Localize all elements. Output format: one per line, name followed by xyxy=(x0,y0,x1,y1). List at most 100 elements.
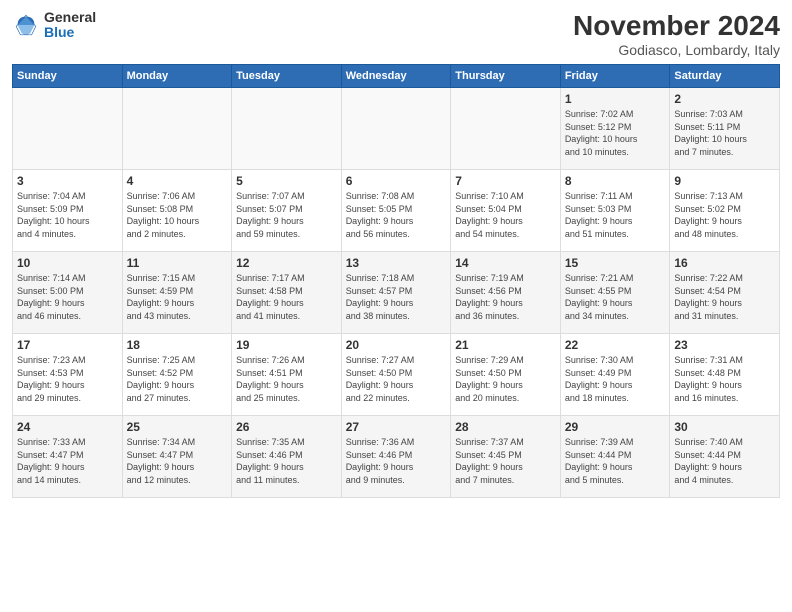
calendar-cell: 9Sunrise: 7:13 AM Sunset: 5:02 PM Daylig… xyxy=(670,170,780,252)
calendar-cell xyxy=(13,88,123,170)
day-number: 7 xyxy=(455,174,556,188)
header-row: General Blue November 2024 Godiasco, Lom… xyxy=(12,10,780,58)
day-number: 30 xyxy=(674,420,775,434)
logo-icon xyxy=(12,11,40,39)
day-number: 4 xyxy=(127,174,228,188)
day-number: 12 xyxy=(236,256,337,270)
day-info: Sunrise: 7:30 AM Sunset: 4:49 PM Dayligh… xyxy=(565,354,666,404)
calendar-cell: 14 Sunrise: 7:19 AM Sunset: 4:56 PM Dayli… xyxy=(451,252,561,334)
day-info: Sunrise: 7:34 AM Sunset: 4:47 PM Dayligh… xyxy=(127,436,228,486)
day-number: 20 xyxy=(346,338,447,352)
day-number: 14 xyxy=(455,256,556,270)
calendar-cell: 19 Sunrise: 7:26 AM Sunset: 4:51 PM Dayli… xyxy=(232,334,342,416)
day-number: 27 xyxy=(346,420,447,434)
calendar-cell: 8 Sunrise: 7:11 AM Sunset: 5:03 PM Daylig… xyxy=(560,170,670,252)
day-info: Sunrise: 7:40 AM Sunset: 4:44 PM Dayligh… xyxy=(674,436,775,486)
day-info: Sunrise: 7:19 AM Sunset: 4:56 PM Dayligh… xyxy=(455,272,556,322)
title-block: November 2024 Godiasco, Lombardy, Italy xyxy=(573,10,780,58)
calendar-subtitle: Godiasco, Lombardy, Italy xyxy=(573,42,780,58)
day-number: 23 xyxy=(674,338,775,352)
day-info: Sunrise: 7:07 AM Sunset: 5:07 PM Dayligh… xyxy=(236,190,337,240)
day-number: 13 xyxy=(346,256,447,270)
day-number: 17 xyxy=(17,338,118,352)
calendar-cell: 26Sunrise: 7:35 AM Sunset: 4:46 PM Dayli… xyxy=(232,416,342,498)
calendar-cell: 15Sunrise: 7:21 AM Sunset: 4:55 PM Dayli… xyxy=(560,252,670,334)
day-info: Sunrise: 7:36 AM Sunset: 4:46 PM Dayligh… xyxy=(346,436,447,486)
calendar-cell: 10Sunrise: 7:14 AM Sunset: 5:00 PM Dayli… xyxy=(13,252,123,334)
day-number: 6 xyxy=(346,174,447,188)
logo-general: General xyxy=(44,10,96,25)
calendar-cell: 25 Sunrise: 7:34 AM Sunset: 4:47 PM Dayli… xyxy=(122,416,232,498)
calendar-cell: 13 Sunrise: 7:18 AM Sunset: 4:57 PM Dayli… xyxy=(341,252,451,334)
day-info: Sunrise: 7:11 AM Sunset: 5:03 PM Dayligh… xyxy=(565,190,666,240)
day-number: 11 xyxy=(127,256,228,270)
day-info: Sunrise: 7:27 AM Sunset: 4:50 PM Dayligh… xyxy=(346,354,447,404)
day-number: 18 xyxy=(127,338,228,352)
day-number: 16 xyxy=(674,256,775,270)
day-number: 3 xyxy=(17,174,118,188)
day-info: Sunrise: 7:35 AM Sunset: 4:46 PM Dayligh… xyxy=(236,436,337,486)
calendar-title: November 2024 xyxy=(573,10,780,42)
calendar-cell: 24 Sunrise: 7:33 AM Sunset: 4:47 PM Dayli… xyxy=(13,416,123,498)
day-info: Sunrise: 7:04 AM Sunset: 5:09 PM Dayligh… xyxy=(17,190,118,240)
calendar-week-1: 1 Sunrise: 7:02 AM Sunset: 5:12 PM Daylig… xyxy=(13,88,780,170)
th-monday: Monday xyxy=(122,65,232,88)
calendar-cell: 4 Sunrise: 7:06 AM Sunset: 5:08 PM Daylig… xyxy=(122,170,232,252)
day-number: 5 xyxy=(236,174,337,188)
logo: General Blue xyxy=(12,10,96,41)
calendar-cell: 1 Sunrise: 7:02 AM Sunset: 5:12 PM Daylig… xyxy=(560,88,670,170)
calendar-table: Sunday Monday Tuesday Wednesday Thursday… xyxy=(12,64,780,498)
day-info: Sunrise: 7:25 AM Sunset: 4:52 PM Dayligh… xyxy=(127,354,228,404)
calendar-cell xyxy=(341,88,451,170)
day-info: Sunrise: 7:02 AM Sunset: 5:12 PM Dayligh… xyxy=(565,108,666,158)
calendar-cell: 5 Sunrise: 7:07 AM Sunset: 5:07 PM Daylig… xyxy=(232,170,342,252)
calendar-cell xyxy=(451,88,561,170)
calendar-cell: 22 Sunrise: 7:30 AM Sunset: 4:49 PM Dayli… xyxy=(560,334,670,416)
day-number: 19 xyxy=(236,338,337,352)
day-info: Sunrise: 7:10 AM Sunset: 5:04 PM Dayligh… xyxy=(455,190,556,240)
day-number: 29 xyxy=(565,420,666,434)
day-number: 28 xyxy=(455,420,556,434)
calendar-cell xyxy=(122,88,232,170)
day-number: 21 xyxy=(455,338,556,352)
day-info: Sunrise: 7:22 AM Sunset: 4:54 PM Dayligh… xyxy=(674,272,775,322)
th-tuesday: Tuesday xyxy=(232,65,342,88)
weekday-header-row: Sunday Monday Tuesday Wednesday Thursday… xyxy=(13,65,780,88)
day-info: Sunrise: 7:33 AM Sunset: 4:47 PM Dayligh… xyxy=(17,436,118,486)
day-number: 2 xyxy=(674,92,775,106)
day-info: Sunrise: 7:31 AM Sunset: 4:48 PM Dayligh… xyxy=(674,354,775,404)
day-info: Sunrise: 7:37 AM Sunset: 4:45 PM Dayligh… xyxy=(455,436,556,486)
day-number: 24 xyxy=(17,420,118,434)
day-number: 25 xyxy=(127,420,228,434)
calendar-header: Sunday Monday Tuesday Wednesday Thursday… xyxy=(13,65,780,88)
th-thursday: Thursday xyxy=(451,65,561,88)
logo-text: General Blue xyxy=(44,10,96,41)
calendar-cell: 18 Sunrise: 7:25 AM Sunset: 4:52 PM Dayli… xyxy=(122,334,232,416)
day-number: 8 xyxy=(565,174,666,188)
calendar-week-4: 17Sunrise: 7:23 AM Sunset: 4:53 PM Dayli… xyxy=(13,334,780,416)
day-info: Sunrise: 7:26 AM Sunset: 4:51 PM Dayligh… xyxy=(236,354,337,404)
day-number: 10 xyxy=(17,256,118,270)
calendar-cell: 20 Sunrise: 7:27 AM Sunset: 4:50 PM Dayli… xyxy=(341,334,451,416)
th-sunday: Sunday xyxy=(13,65,123,88)
day-info: Sunrise: 7:21 AM Sunset: 4:55 PM Dayligh… xyxy=(565,272,666,322)
day-number: 9 xyxy=(674,174,775,188)
calendar-cell: 28 Sunrise: 7:37 AM Sunset: 4:45 PM Dayli… xyxy=(451,416,561,498)
calendar-cell: 2 Sunrise: 7:03 AM Sunset: 5:11 PM Daylig… xyxy=(670,88,780,170)
day-info: Sunrise: 7:15 AM Sunset: 4:59 PM Dayligh… xyxy=(127,272,228,322)
day-info: Sunrise: 7:08 AM Sunset: 5:05 PM Dayligh… xyxy=(346,190,447,240)
day-info: Sunrise: 7:03 AM Sunset: 5:11 PM Dayligh… xyxy=(674,108,775,158)
th-wednesday: Wednesday xyxy=(341,65,451,88)
day-info: Sunrise: 7:06 AM Sunset: 5:08 PM Dayligh… xyxy=(127,190,228,240)
day-info: Sunrise: 7:29 AM Sunset: 4:50 PM Dayligh… xyxy=(455,354,556,404)
logo-blue: Blue xyxy=(44,25,96,40)
calendar-week-3: 10Sunrise: 7:14 AM Sunset: 5:00 PM Dayli… xyxy=(13,252,780,334)
calendar-cell: 23 Sunrise: 7:31 AM Sunset: 4:48 PM Dayli… xyxy=(670,334,780,416)
day-number: 1 xyxy=(565,92,666,106)
day-info: Sunrise: 7:17 AM Sunset: 4:58 PM Dayligh… xyxy=(236,272,337,322)
day-number: 22 xyxy=(565,338,666,352)
calendar-week-5: 24 Sunrise: 7:33 AM Sunset: 4:47 PM Dayli… xyxy=(13,416,780,498)
calendar-cell: 12 Sunrise: 7:17 AM Sunset: 4:58 PM Dayli… xyxy=(232,252,342,334)
calendar-cell: 27 Sunrise: 7:36 AM Sunset: 4:46 PM Dayli… xyxy=(341,416,451,498)
day-info: Sunrise: 7:18 AM Sunset: 4:57 PM Dayligh… xyxy=(346,272,447,322)
